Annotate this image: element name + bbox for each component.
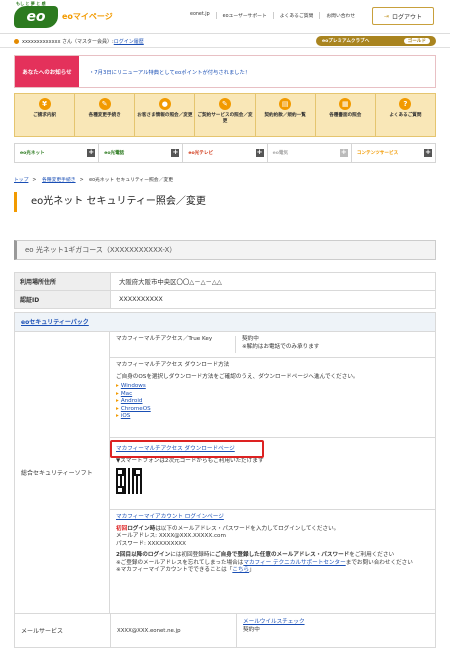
menu-customer-info[interactable]: ● お客さま情報の照会／変更: [134, 94, 194, 136]
edit-icon: ✎: [218, 98, 231, 110]
os-ios-link[interactable]: iOS: [121, 413, 131, 419]
nav-contact[interactable]: お問い合わせ: [319, 12, 361, 19]
pencil-icon: ✎: [98, 98, 111, 110]
login-history-link[interactable]: ログイン履歴: [114, 39, 144, 45]
menu-changes[interactable]: ✎ 各種変更手続き: [74, 94, 134, 136]
service-phone[interactable]: eo光電話 +: [98, 144, 182, 162]
crumb-changes[interactable]: 各種変更手続き: [42, 178, 76, 183]
account-section: マカフィーマイアカウント ログインページ 初回ログイン時は以下のメールアドレス・…: [110, 510, 436, 614]
info-table: 利用場所住所 大阪府大阪市中央区〇〇△－△－△△ 認証ID XXXXXXXXXX: [14, 272, 436, 309]
menu-faq[interactable]: ? よくあるご質問: [374, 94, 435, 136]
crumb-top[interactable]: トップ: [14, 178, 28, 183]
notice-tag: あなたへのお知らせ: [15, 56, 79, 87]
security-software-label: 総合セキュリティーソフト: [14, 332, 110, 614]
menu-billing[interactable]: ¥ ご請求内訳: [15, 94, 74, 136]
virus-check-link[interactable]: メールウイルスチェック: [243, 619, 305, 625]
menu-documents[interactable]: ▦ 各種書面の照会: [314, 94, 375, 136]
user-name: xxxxxxxxxxxxx さん（マスター会員）:: [22, 39, 114, 45]
top-nav: eonet.jp eoユーザーサポート よくあるご質問 お問い合わせ: [184, 12, 361, 19]
service-electric[interactable]: eo電気 +: [266, 144, 351, 162]
page-title: eo光ネット セキュリティー照会／変更: [14, 192, 206, 212]
service-contents[interactable]: コンテンツサービス +: [350, 144, 435, 162]
notice-link[interactable]: ・7月3日にリニューアル特典としてeoポイントが付与されました！: [79, 56, 435, 87]
os-android-link[interactable]: Android: [121, 398, 143, 404]
security-pack-header: eoセキュリティーパック: [14, 312, 436, 332]
premium-club-button[interactable]: eoプレミアムクラブへ ゴールド: [316, 36, 436, 46]
nav-support[interactable]: eoユーザーサポート: [215, 12, 273, 19]
course-header: eo 光ネット1ギガコース（XXXXXXXXXXX-X）: [14, 240, 436, 260]
os-mac-link[interactable]: Mac: [121, 391, 132, 397]
logout-label: ログアウト: [392, 13, 423, 21]
menu-terms[interactable]: ▤ 契約約款／規約一覧: [254, 94, 315, 136]
header: もし と 夢 と 感 eo eoマイページ eonet.jp eoユーザーサポー…: [0, 0, 450, 34]
question-icon: ?: [399, 98, 412, 110]
qr-code-icon: [116, 468, 142, 494]
logout-icon: ⇥: [383, 12, 389, 20]
eo-logo[interactable]: eo: [14, 6, 58, 28]
arrow-icon: ▸: [116, 390, 119, 397]
account-login-link[interactable]: マカフィーマイアカウント ログインページ: [116, 514, 224, 520]
arrow-icon: ▸: [116, 405, 119, 412]
service-bar: eo光ネット + eo光電話 + eo光テレビ + eo電気 + コンテンツサービス +: [14, 143, 436, 163]
os-chromeos-link[interactable]: ChromeOS: [121, 406, 151, 412]
plus-icon: +: [171, 148, 180, 157]
here-link[interactable]: こちら: [232, 567, 249, 573]
plus-icon: +: [255, 148, 264, 157]
premium-label: eoプレミアムクラブへ: [322, 39, 370, 44]
arrow-icon: ▸: [116, 413, 119, 419]
plus-icon: +: [424, 148, 433, 157]
mail-service-row: メールサービス XXXX@XXX.eonet.ne.jp メールウイルスチェック…: [14, 614, 436, 648]
product-row: マカフィーマルチアクセス／True Key 契約中 ※解約はお電話でのみ承ります: [110, 332, 436, 358]
nav-faq[interactable]: よくあるご質問: [272, 12, 320, 19]
service-net[interactable]: eo光ネット +: [15, 144, 98, 162]
arrow-icon: ▸: [116, 383, 119, 389]
menu-contract-services[interactable]: ✎ ご契約サービスの照会／変更: [194, 94, 254, 136]
breadcrumb: トップ > 各種変更手続き > eo光ネット セキュリティー照会／変更: [14, 178, 173, 183]
user-bar: xxxxxxxxxxxxx さん（マスター会員）:ログイン履歴 eoプレミアムク…: [0, 34, 450, 48]
os-windows-link[interactable]: Windows: [121, 383, 146, 389]
logout-button[interactable]: ⇥ ログアウト: [372, 7, 434, 25]
plus-icon: +: [87, 148, 96, 157]
support-center-link[interactable]: マカフィー テクニカルサポートセンター: [243, 560, 345, 566]
download-method-section: マカフィーマルチアクセス ダウンロード方法 ご自身のOSを選択しダウンロード方法…: [110, 358, 436, 438]
plus-icon: +: [339, 148, 348, 157]
user-icon: [14, 39, 19, 44]
highlight-box: [110, 440, 264, 458]
main-menu: ¥ ご請求内訳 ✎ 各種変更手続き ● お客さま情報の照会／変更 ✎ ご契約サービスの照…: [14, 93, 436, 137]
table-row: 利用場所住所 大阪府大阪市中央区〇〇△－△－△△: [15, 273, 435, 290]
service-tv[interactable]: eo光テレビ +: [182, 144, 266, 162]
document-icon: ▤: [279, 98, 292, 110]
nav-eonet[interactable]: eonet.jp: [184, 12, 216, 19]
crumb-current: eo光ネット セキュリティー照会／変更: [89, 178, 173, 183]
site-name[interactable]: eoマイページ: [62, 11, 113, 22]
yen-icon: ¥: [38, 98, 51, 110]
doc-list-icon: ▦: [339, 98, 352, 110]
table-row: 認証ID XXXXXXXXXX: [15, 290, 435, 308]
notice-box: あなたへのお知らせ ・7月3日にリニューアル特典としてeoポイントが付与されまし…: [14, 55, 436, 88]
rank-badge: ゴールド: [403, 38, 430, 44]
person-icon: ●: [158, 98, 171, 110]
arrow-icon: ▸: [116, 398, 119, 404]
